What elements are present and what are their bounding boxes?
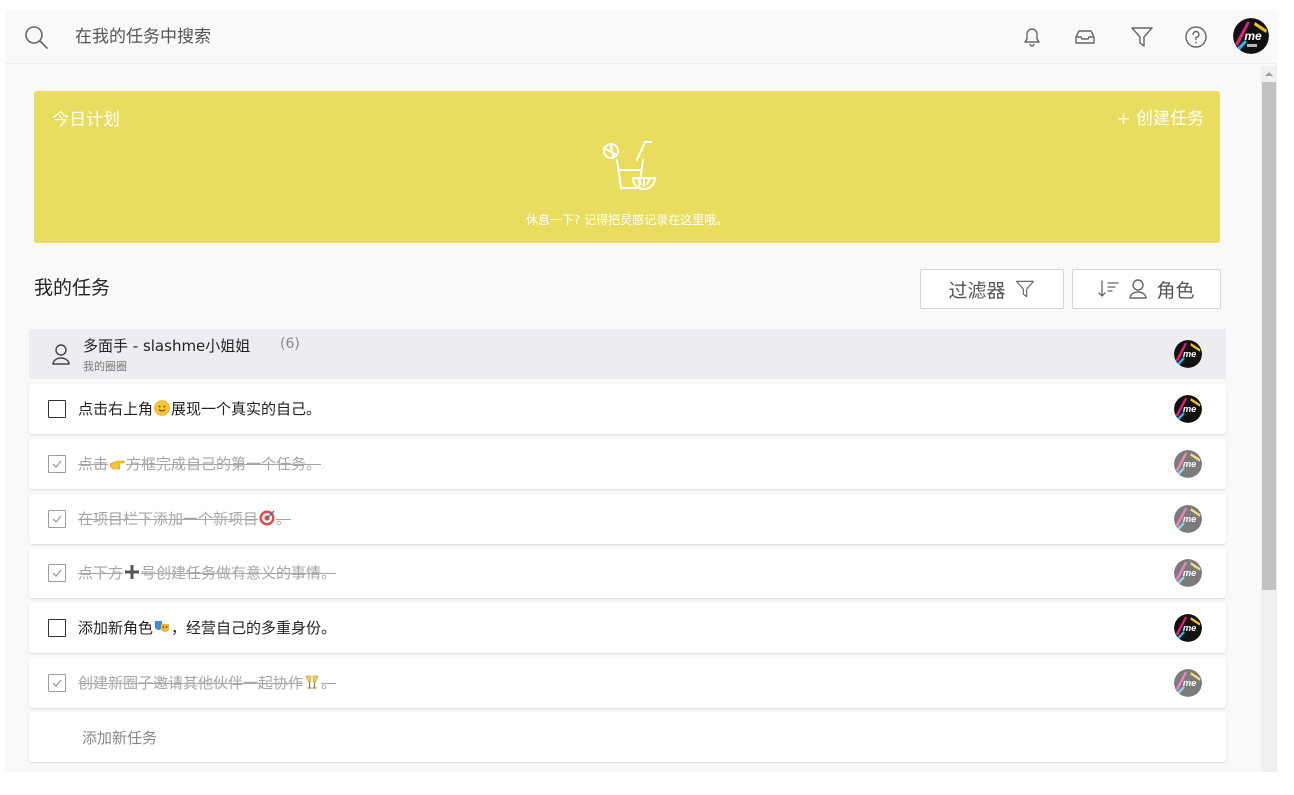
today-plan-card: 今日计划 + 创建任务 休息一下? 记得把灵感记录在这里哦。: [34, 91, 1220, 243]
sort-by-role-button[interactable]: 角色: [1072, 269, 1221, 309]
vertical-scrollbar[interactable]: [1261, 66, 1277, 772]
target-emoji-icon: [259, 510, 275, 526]
svg-text:me: me: [1183, 404, 1196, 414]
task-checkbox[interactable]: [48, 454, 66, 473]
person-icon: [52, 344, 70, 365]
pointing-hand-emoji-icon: [109, 455, 125, 471]
task-checkbox[interactable]: [48, 400, 66, 418]
svg-text:me: me: [1183, 569, 1196, 579]
task-title-text: 点击: [78, 454, 109, 473]
task-checkbox[interactable]: [48, 674, 66, 692]
sort-button-label: 角色: [1156, 279, 1195, 302]
task-title-text: 号创建任务做有意义的事情。: [141, 564, 337, 583]
create-task-button[interactable]: + 创建任务: [1116, 104, 1204, 129]
add-task-row[interactable]: 添加新任务: [29, 712, 1226, 762]
toast-emoji-icon: [304, 674, 320, 690]
plan-title: 今日计划: [52, 110, 120, 130]
help-icon[interactable]: [1183, 24, 1209, 50]
task-title-text: ，经营自己的多重身份。: [171, 619, 337, 638]
task-row[interactable]: 创建新圈子邀请其他伙伴一起协作。 me: [29, 658, 1226, 708]
task-row[interactable]: 添加新角色 ，经营自己的多重身份。 me: [29, 603, 1226, 654]
svg-text:me: me: [1183, 623, 1196, 633]
filter-button-label: 过滤器: [948, 279, 1006, 302]
cocktail-icon: [603, 141, 656, 190]
svg-text:me: me: [1244, 29, 1262, 43]
smile-emoji-icon: [154, 400, 170, 416]
search-input[interactable]: [75, 22, 595, 52]
person-icon: [1129, 279, 1148, 299]
svg-text:me: me: [1183, 349, 1196, 359]
avatar[interactable]: me: [1174, 340, 1202, 368]
task-row[interactable]: 点击右上角 展现一个真实的自己。 me: [29, 384, 1226, 434]
avatar[interactable]: me: [1174, 395, 1202, 423]
task-title[interactable]: 点下方 号创建任务做有意义的事情。: [78, 562, 336, 583]
filter-icon[interactable]: [1129, 24, 1155, 50]
task-title[interactable]: 点击右上角 展现一个真实的自己。: [78, 398, 321, 419]
task-title-text: 点下方: [78, 564, 124, 583]
bell-icon[interactable]: [1019, 24, 1045, 50]
task-checkbox[interactable]: [48, 509, 66, 528]
plan-empty-hint: 休息一下? 记得把灵感记录在这里哦。: [525, 213, 729, 227]
svg-text:me: me: [1183, 459, 1196, 469]
inbox-icon[interactable]: [1072, 24, 1098, 50]
task-title-text: 方框完成自己的第一个任务。: [126, 454, 322, 473]
scroll-up-arrow-icon[interactable]: [1261, 66, 1277, 82]
task-title-text: 。: [321, 674, 337, 692]
group-task-count: (6): [280, 336, 300, 352]
task-checkbox[interactable]: [48, 564, 66, 583]
masks-emoji-icon: [154, 619, 170, 635]
filter-button[interactable]: 过滤器: [920, 269, 1064, 309]
plus-emoji-icon: [124, 564, 140, 580]
task-title[interactable]: 创建新圈子邀请其他伙伴一起协作。: [78, 672, 336, 693]
task-title-text: 在项目栏下添加一个新项目: [78, 509, 259, 528]
task-row[interactable]: 点击 方框完成自己的第一个任务。 me: [29, 438, 1226, 489]
task-title-text: 展现一个真实的自己。: [171, 400, 322, 418]
avatar[interactable]: me: [1174, 614, 1202, 643]
add-task-input[interactable]: 添加新任务: [82, 727, 157, 748]
task-title[interactable]: 在项目栏下添加一个新项目。: [78, 508, 291, 529]
user-avatar[interactable]: me: [1233, 18, 1269, 54]
app-window: me 今日计划 + 创建任务 休息一下? 记得把灵感记录在这里哦。 我的任务: [5, 10, 1277, 772]
filter-icon: [1015, 280, 1034, 298]
avatar[interactable]: me: [1174, 449, 1202, 478]
search-icon[interactable]: [23, 24, 49, 50]
avatar[interactable]: me: [1174, 669, 1202, 697]
task-title-text: 。: [276, 509, 292, 528]
avatar[interactable]: me: [1174, 504, 1202, 533]
my-tasks-title: 我的任务: [34, 277, 111, 299]
task-title-text: 点击右上角: [78, 400, 154, 418]
task-checkbox[interactable]: [48, 619, 66, 638]
task-title[interactable]: 添加新角色 ，经营自己的多重身份。: [78, 617, 336, 638]
sort-icon: [1098, 280, 1120, 297]
svg-text:me: me: [1183, 678, 1196, 688]
task-title-text: 添加新角色: [78, 619, 154, 638]
task-title-text: 创建新圈子邀请其他伙伴一起协作: [78, 674, 304, 692]
top-bar: me: [5, 10, 1277, 64]
avatar[interactable]: me: [1174, 559, 1202, 588]
scrollbar-thumb[interactable]: [1262, 82, 1276, 590]
group-title: 多面手 - slashme小姐姐: [83, 337, 251, 355]
role-group-header[interactable]: 多面手 - slashme小姐姐 (6) 我的圈圈 me: [29, 329, 1226, 379]
svg-text:me: me: [1183, 514, 1196, 524]
task-row[interactable]: 点下方 号创建任务做有意义的事情。 me: [29, 548, 1226, 599]
task-row[interactable]: 在项目栏下添加一个新项目。 me: [29, 493, 1226, 544]
group-subtitle: 我的圈圈: [83, 360, 127, 373]
task-title[interactable]: 点击 方框完成自己的第一个任务。: [78, 453, 321, 474]
